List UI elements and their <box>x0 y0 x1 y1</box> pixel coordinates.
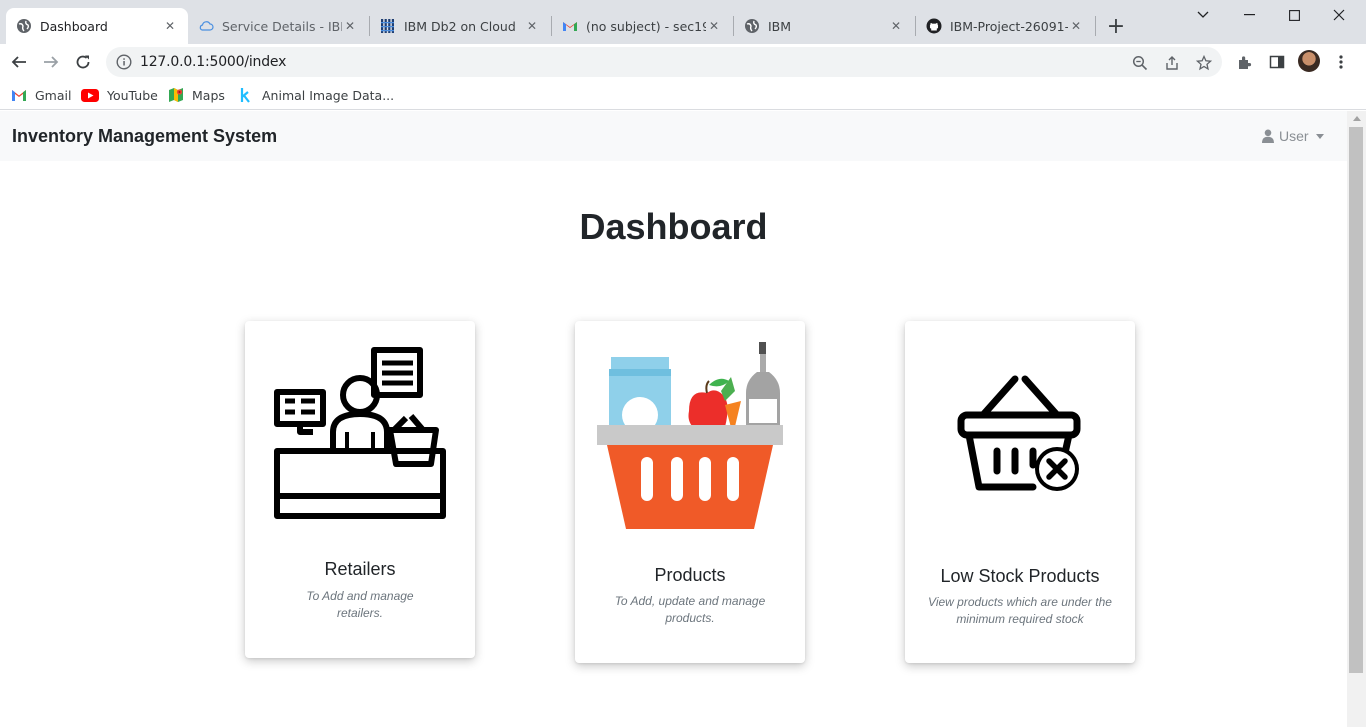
card-description-line: View products which are under the <box>928 595 1112 609</box>
back-icon[interactable] <box>5 48 33 76</box>
globe-icon <box>744 18 760 34</box>
products-card[interactable]: Products To Add, update and manage produ… <box>575 321 805 663</box>
tab-github[interactable]: IBM-Project-26091-16 ✕ <box>916 8 1094 44</box>
grocery-basket-icon <box>575 341 805 531</box>
card-description-line: products. <box>665 611 715 625</box>
scrollbar-thumb[interactable] <box>1349 127 1363 673</box>
gmail-icon <box>562 18 578 34</box>
retailer-counter-icon <box>245 346 475 521</box>
browser-toolbar: 127.0.0.1:5000/index <box>0 44 1366 80</box>
reload-icon[interactable] <box>69 48 97 76</box>
tab-search-icon[interactable] <box>1180 0 1226 30</box>
forward-icon[interactable] <box>37 48 65 76</box>
bookmark-label: Animal Image Data... <box>262 87 395 103</box>
brand-title[interactable]: Inventory Management System <box>12 126 277 147</box>
low-stock-products-card[interactable]: Low Stock Products View products which a… <box>905 321 1135 663</box>
chevron-down-icon <box>1315 133 1324 139</box>
card-description: To Add and manage retailers. <box>275 588 445 622</box>
new-tab-button[interactable]: + <box>1104 14 1128 39</box>
side-panel-icon[interactable] <box>1263 48 1291 76</box>
user-dropdown[interactable]: User <box>1262 128 1324 144</box>
tab-db2[interactable]: IBM Db2 on Cloud ✕ <box>370 8 550 44</box>
maps-icon <box>168 87 184 103</box>
card-description-line: To Add, update and manage <box>614 594 766 608</box>
bookmark-label: YouTube <box>107 87 158 103</box>
tab-ibm[interactable]: IBM ✕ <box>734 8 914 44</box>
tab-title: IBM Db2 on Cloud <box>404 18 516 34</box>
address-bar[interactable]: 127.0.0.1:5000/index <box>106 47 1222 77</box>
tab-title: Service Details - IBM C <box>222 18 342 34</box>
cloud-icon <box>198 18 214 34</box>
window-close-icon[interactable] <box>1316 0 1362 30</box>
tab-strip: Dashboard ✕ Service Details - IBM C ✕ IB… <box>0 0 1366 44</box>
db2-icon <box>380 18 396 34</box>
card-title: Products <box>654 565 726 585</box>
empty-basket-icon <box>905 373 1135 497</box>
bookmark-label: Gmail <box>35 87 72 103</box>
close-icon[interactable]: ✕ <box>342 18 358 34</box>
minimize-icon[interactable] <box>1226 0 1272 30</box>
extensions-icon[interactable] <box>1231 48 1259 76</box>
tab-service-details[interactable]: Service Details - IBM C ✕ <box>188 8 368 44</box>
tab-title: IBM-Project-26091-16 <box>950 18 1068 34</box>
gmail-icon <box>11 87 27 103</box>
avatar[interactable] <box>1298 50 1320 72</box>
card-description-line: minimum required stock <box>956 612 1084 626</box>
bookmark-maps[interactable]: Maps <box>168 85 225 105</box>
youtube-icon <box>81 87 99 103</box>
card-description-line: To Add and manage <box>306 589 414 603</box>
tab-dashboard[interactable]: Dashboard ✕ <box>6 8 188 44</box>
bookmark-gmail[interactable]: Gmail <box>11 85 71 105</box>
kaggle-icon <box>238 87 254 103</box>
url-text: 127.0.0.1:5000/index <box>140 54 287 70</box>
user-icon <box>1262 129 1274 143</box>
github-icon <box>926 18 942 34</box>
tab-separator <box>1095 16 1096 36</box>
close-icon[interactable]: ✕ <box>888 18 904 34</box>
zoom-icon[interactable] <box>1131 54 1149 72</box>
page-viewport: Inventory Management System User Dashboa… <box>0 111 1366 727</box>
scroll-up-icon[interactable] <box>1353 116 1361 121</box>
maximize-icon[interactable] <box>1271 0 1317 30</box>
globe-icon <box>16 18 32 34</box>
card-description-line: retailers. <box>336 606 383 620</box>
info-icon[interactable] <box>116 54 132 70</box>
bookmark-youtube[interactable]: YouTube <box>81 85 158 105</box>
card-description: View products which are under the minimu… <box>925 594 1115 628</box>
retailers-card[interactable]: Retailers To Add and manage retailers. <box>245 321 475 658</box>
bookmark-label: Maps <box>192 87 225 103</box>
user-label: User <box>1279 128 1309 144</box>
bookmark-star-icon[interactable] <box>1195 54 1213 72</box>
close-icon[interactable]: ✕ <box>524 18 540 34</box>
bookmarks-bar: Gmail YouTube Maps Animal Image Data... <box>0 80 1366 110</box>
kebab-menu-icon[interactable] <box>1327 48 1355 76</box>
card-title: Low Stock Products <box>940 566 1100 586</box>
tab-gmail[interactable]: (no subject) - sec19cs ✕ <box>552 8 732 44</box>
app-navbar: Inventory Management System User <box>0 111 1347 161</box>
bookmark-animal-image-data[interactable]: Animal Image Data... <box>238 85 394 105</box>
tab-title: (no subject) - sec19cs <box>586 18 706 34</box>
close-icon[interactable]: ✕ <box>1068 18 1084 34</box>
close-icon[interactable]: ✕ <box>162 18 178 34</box>
card-description: To Add, update and manage products. <box>605 593 775 627</box>
tab-title: Dashboard <box>40 18 108 34</box>
share-icon[interactable] <box>1163 54 1181 72</box>
scrollbar[interactable] <box>1347 111 1366 727</box>
page-title: Dashboard <box>579 206 768 247</box>
tab-title: IBM <box>768 18 792 34</box>
close-icon[interactable]: ✕ <box>706 18 722 34</box>
card-title: Retailers <box>324 559 396 579</box>
